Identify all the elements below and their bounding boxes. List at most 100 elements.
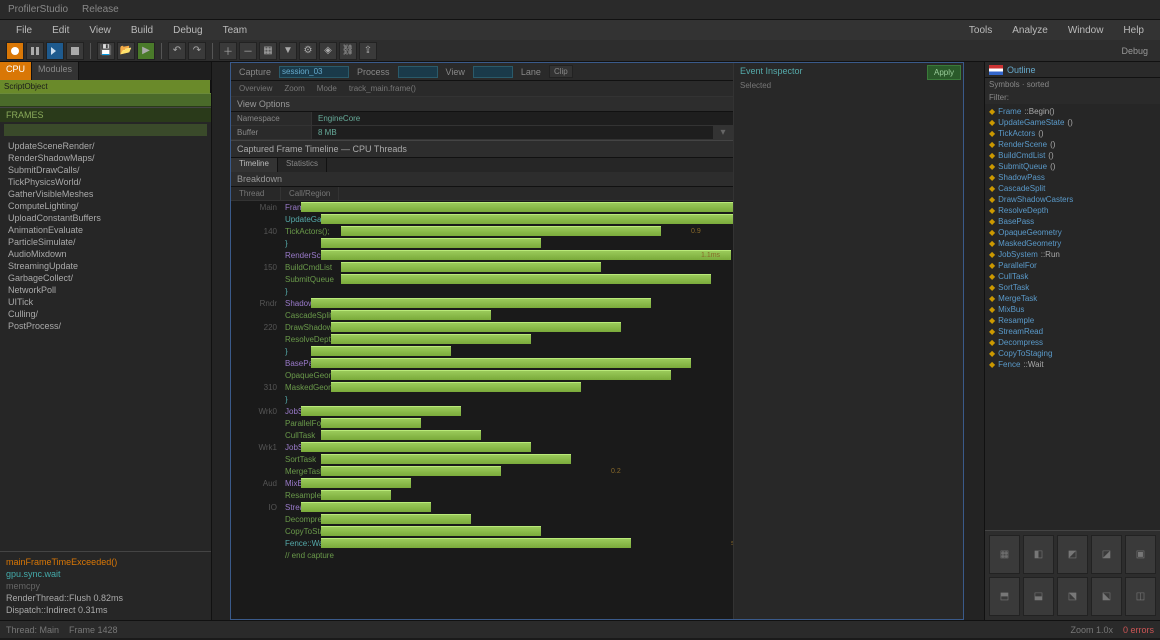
toolbar-filter-icon[interactable]: ▼ bbox=[279, 42, 297, 60]
outline-item[interactable]: ◆Decompress bbox=[985, 337, 1160, 348]
outline-item[interactable]: ◆CascadeSplit bbox=[985, 183, 1160, 194]
doc-field-process[interactable] bbox=[398, 66, 438, 78]
tree-item[interactable]: AudioMixdown bbox=[0, 248, 211, 260]
toolbar-pause-button[interactable] bbox=[26, 42, 44, 60]
timeline-row[interactable]: } bbox=[231, 345, 733, 357]
toolbar-open-icon[interactable]: 📂 bbox=[117, 42, 135, 60]
menu-view[interactable]: View bbox=[81, 23, 119, 38]
timeline-row[interactable]: CopyToStaging bbox=[231, 525, 733, 537]
left-tab-modules[interactable]: Modules bbox=[32, 62, 79, 80]
tree-item[interactable]: TickPhysicsWorld/ bbox=[0, 176, 211, 188]
left-subtab[interactable]: ScriptObject bbox=[0, 80, 211, 93]
timing-bar[interactable] bbox=[321, 526, 541, 536]
tree-item[interactable]: AnimationEvaluate bbox=[0, 224, 211, 236]
timing-bar[interactable] bbox=[331, 310, 491, 320]
timing-bar[interactable] bbox=[301, 442, 531, 452]
outline-item[interactable]: ◆Resample bbox=[985, 315, 1160, 326]
timeline-row[interactable]: Fence::Waitstall bbox=[231, 537, 733, 549]
timeline-row[interactable]: RenderScene() {1.1ms bbox=[231, 249, 733, 261]
tree-item[interactable]: NetworkPoll bbox=[0, 284, 211, 296]
timeline-row[interactable]: ParallelFor bbox=[231, 417, 733, 429]
toolbar-settings-icon[interactable]: ⚙ bbox=[299, 42, 317, 60]
toolbar-step-button[interactable] bbox=[46, 42, 64, 60]
toolbar-export-icon[interactable]: ⇪ bbox=[359, 42, 377, 60]
palette-tool[interactable]: ⬕ bbox=[1091, 577, 1122, 616]
timing-bar[interactable] bbox=[331, 370, 671, 380]
toolbar-save-icon[interactable]: 💾 bbox=[97, 42, 115, 60]
timeline-row[interactable]: CullTask bbox=[231, 429, 733, 441]
doc-field-capture[interactable]: session_03 bbox=[279, 66, 349, 78]
timing-bar[interactable] bbox=[321, 238, 541, 248]
tree-item[interactable]: GatherVisibleMeshes bbox=[0, 188, 211, 200]
outline-item[interactable]: ◆BuildCmdList() bbox=[985, 150, 1160, 161]
palette-tool[interactable]: ▣ bbox=[1125, 535, 1156, 574]
toolbar-grid-icon[interactable]: ▦ bbox=[259, 42, 277, 60]
timeline-row[interactable]: } bbox=[231, 393, 733, 405]
tree-item[interactable]: Culling/ bbox=[0, 308, 211, 320]
outline-item[interactable]: ◆CullTask bbox=[985, 271, 1160, 282]
timeline-row[interactable]: } bbox=[231, 237, 733, 249]
timeline-row[interactable]: RndrShadowPass { bbox=[231, 297, 733, 309]
outline-item[interactable]: ◆StreamRead bbox=[985, 326, 1160, 337]
outline-item[interactable]: ◆JobSystem::Run bbox=[985, 249, 1160, 260]
outline-item[interactable]: ◆MixBus bbox=[985, 304, 1160, 315]
timeline-row[interactable]: // end capture bbox=[231, 549, 733, 561]
timing-bar[interactable] bbox=[331, 322, 621, 332]
outline-item[interactable]: ◆UpdateGameState() bbox=[985, 117, 1160, 128]
outline-item[interactable]: ◆Fence::Wait bbox=[985, 359, 1160, 370]
timing-bar[interactable] bbox=[341, 226, 661, 236]
timing-bar[interactable] bbox=[321, 538, 631, 548]
timing-bar[interactable] bbox=[321, 454, 571, 464]
timing-bar[interactable] bbox=[311, 346, 451, 356]
toolbar-redo-icon[interactable]: ↷ bbox=[188, 42, 206, 60]
timing-bar[interactable] bbox=[331, 382, 581, 392]
palette-tool[interactable]: ⬔ bbox=[1057, 577, 1088, 616]
tree-item[interactable]: ParticleSimulate/ bbox=[0, 236, 211, 248]
timeline-row[interactable]: MergeTask0.2 bbox=[231, 465, 733, 477]
outline-item[interactable]: ◆RenderScene() bbox=[985, 139, 1160, 150]
timing-bar[interactable] bbox=[321, 490, 391, 500]
timing-bar[interactable] bbox=[331, 334, 531, 344]
timeline-row[interactable]: 150BuildCmdList bbox=[231, 261, 733, 273]
timeline-row[interactable]: SortTask bbox=[231, 453, 733, 465]
tree-filter-input[interactable] bbox=[4, 124, 207, 136]
timing-bar[interactable] bbox=[321, 250, 731, 260]
outline-item[interactable]: ◆BasePass bbox=[985, 216, 1160, 227]
timeline-row[interactable]: CascadeSplit bbox=[231, 309, 733, 321]
palette-tool[interactable]: ◩ bbox=[1057, 535, 1088, 574]
timing-bar[interactable] bbox=[321, 418, 421, 428]
tree-item[interactable]: StreamingUpdate bbox=[0, 260, 211, 272]
timing-bar[interactable] bbox=[321, 466, 501, 476]
inspector-apply-button[interactable]: Apply bbox=[927, 65, 961, 80]
timeline-row[interactable]: OpaqueGeometry bbox=[231, 369, 733, 381]
timeline-row[interactable]: IOStreamRead bbox=[231, 501, 733, 513]
outline-item[interactable]: ◆TickActors() bbox=[985, 128, 1160, 139]
tree-item[interactable]: PostProcess/ bbox=[0, 320, 211, 332]
prop-buffer-value[interactable]: 8 MB bbox=[311, 126, 713, 139]
timing-bar[interactable] bbox=[301, 478, 411, 488]
toolbar-run-button[interactable]: ▶ bbox=[137, 42, 155, 60]
palette-tool[interactable]: ⬓ bbox=[1023, 577, 1054, 616]
timeline-row[interactable]: 140TickActors();0.9 bbox=[231, 225, 733, 237]
palette-tool[interactable]: ◧ bbox=[1023, 535, 1054, 574]
timing-bar[interactable] bbox=[341, 274, 711, 284]
timeline-row[interactable]: BasePass { bbox=[231, 357, 733, 369]
toolbar-undo-icon[interactable]: ↶ bbox=[168, 42, 186, 60]
toolbar-zoom-in-icon[interactable]: ＋ bbox=[219, 42, 237, 60]
outline-item[interactable]: ◆ParallelFor bbox=[985, 260, 1160, 271]
menu-file[interactable]: File bbox=[8, 23, 40, 38]
palette-tool[interactable]: ▦ bbox=[989, 535, 1020, 574]
outline-item[interactable]: ◆CopyToStaging bbox=[985, 348, 1160, 359]
tab-timeline[interactable]: Timeline bbox=[231, 158, 278, 172]
menu-build[interactable]: Build bbox=[123, 23, 161, 38]
toolbar-marker-icon[interactable]: ◈ bbox=[319, 42, 337, 60]
menu-window[interactable]: Window bbox=[1060, 23, 1112, 38]
doc-label-overview[interactable]: Overview bbox=[235, 84, 276, 93]
outline-item[interactable]: ◆DrawShadowCasters bbox=[985, 194, 1160, 205]
timeline-row[interactable]: 310MaskedGeometry bbox=[231, 381, 733, 393]
doc-label-mode[interactable]: Mode bbox=[313, 84, 341, 93]
outline-item[interactable]: ◆ResolveDepth bbox=[985, 205, 1160, 216]
outline-item[interactable]: ◆MaskedGeometry bbox=[985, 238, 1160, 249]
timing-bar[interactable] bbox=[311, 298, 651, 308]
timeline-row[interactable]: AudMixBus bbox=[231, 477, 733, 489]
